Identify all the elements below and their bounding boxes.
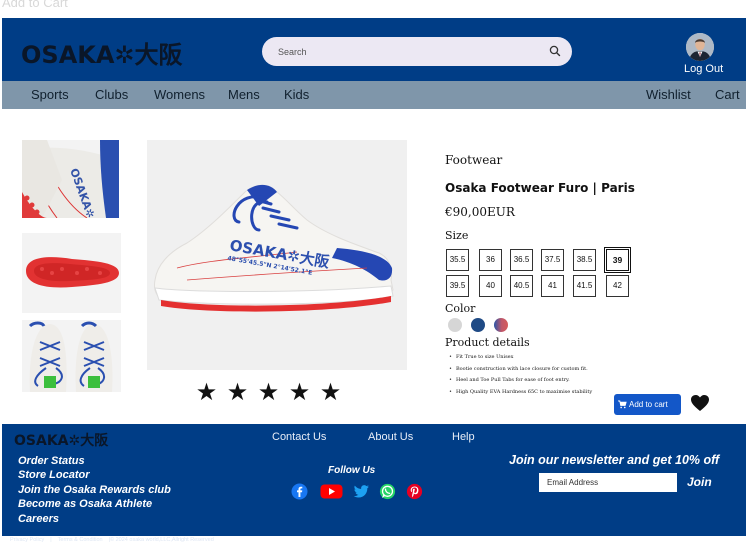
star-icon[interactable]: ★ (319, 378, 342, 406)
wishlist-heart-icon[interactable] (690, 394, 710, 412)
nav-item-cart[interactable]: Cart (715, 87, 740, 102)
star-icon[interactable]: ★ (226, 378, 249, 406)
ghost-add-to-cart-text: Add to Cart (2, 0, 68, 10)
footer-link-help[interactable]: Help (452, 431, 475, 443)
size-option[interactable]: 38.5 (573, 249, 596, 271)
nav-item-mens[interactable]: Mens (228, 87, 260, 102)
footer-link-contact[interactable]: Contact Us (272, 431, 326, 443)
terms-link[interactable]: Terms & Condition (58, 537, 103, 543)
product-price: €90,00EUR (445, 205, 515, 219)
search-icon[interactable] (548, 44, 562, 58)
user-avatar[interactable] (686, 33, 714, 61)
footer-link-athlete[interactable]: Become as Osaka Athlete (18, 497, 171, 511)
thumbnail-heel[interactable]: OSAKA✲ (22, 140, 119, 218)
size-option[interactable]: 36 (479, 249, 502, 271)
newsletter-title: Join our newsletter and get 10% off (509, 453, 720, 467)
copyright-text: |© 2024 osaka world,LLC,Allright Reserve… (108, 537, 214, 543)
rating-stars: ★ ★ ★ ★ ★ (195, 378, 342, 406)
product-name: Osaka Footwear Furo | Paris (445, 181, 635, 195)
size-option[interactable]: 39.5 (446, 275, 469, 297)
main-nav: Sports Clubs Womens Mens Kids Wishlist C… (2, 81, 746, 109)
footer-link-order-status[interactable]: Order Status (18, 454, 171, 468)
nav-item-wishlist[interactable]: Wishlist (646, 87, 691, 102)
search-input[interactable] (278, 43, 528, 60)
product-details-list: Fit True to size Unisex Bootie construct… (449, 352, 592, 398)
logout-link[interactable]: Log Out (684, 63, 723, 75)
size-option[interactable]: 40 (479, 275, 502, 297)
add-to-cart-label: Add to cart (629, 400, 668, 409)
footer: OSAKA✲大阪 Contact Us About Us Help Order … (2, 424, 746, 543)
detail-item: High Quality EVA Hardness 65C to maximis… (449, 387, 592, 399)
detail-item: Fit True to size Unisex (449, 352, 592, 364)
footer-left-links: Order Status Store Locator Join the Osak… (18, 454, 171, 526)
footer-link-careers[interactable]: Careers (18, 512, 171, 526)
color-swatch-navy[interactable] (471, 318, 485, 332)
search-bar[interactable] (262, 37, 572, 66)
thumbnail-top[interactable] (22, 320, 121, 392)
star-icon[interactable]: ★ (288, 378, 311, 406)
nav-item-sports[interactable]: Sports (31, 87, 69, 102)
detail-item: Heel and Toe Pull Tabs for ease of foot … (449, 375, 592, 387)
product-page: Add to Cart OSAKA✲大阪 Log Out Sports Club (0, 0, 752, 548)
pinterest-icon[interactable] (406, 483, 423, 500)
follow-us-label: Follow Us (328, 465, 376, 476)
cart-icon (618, 400, 627, 409)
twitter-icon[interactable] (353, 483, 370, 500)
size-option[interactable]: 37.5 (541, 249, 564, 271)
facebook-icon[interactable] (291, 483, 308, 500)
color-swatch-gradient[interactable] (494, 318, 508, 332)
star-icon[interactable]: ★ (257, 378, 280, 406)
size-option[interactable]: 36.5 (510, 249, 533, 271)
footer-logo[interactable]: OSAKA✲大阪 (14, 430, 108, 450)
main-product-image: OSAKA✲大阪 48°55'45.5"N 2°14'52.1"E (147, 140, 407, 370)
legal-bar: Privacy Policy | Terms & Condition |© 2024 … (10, 537, 220, 543)
nav-item-kids[interactable]: Kids (284, 87, 309, 102)
size-option[interactable]: 42 (606, 275, 629, 297)
size-label: Size (445, 229, 469, 242)
size-option[interactable]: 41.5 (573, 275, 596, 297)
youtube-icon[interactable] (320, 483, 343, 500)
product-category: Footwear (445, 153, 503, 167)
size-option[interactable]: 35.5 (446, 249, 469, 271)
nav-item-clubs[interactable]: Clubs (95, 87, 128, 102)
whatsapp-icon[interactable] (379, 483, 396, 500)
thumbnail-sole[interactable] (22, 233, 121, 313)
email-input[interactable] (539, 473, 677, 492)
privacy-policy-link[interactable]: Privacy Policy (10, 537, 44, 543)
color-label: Color (445, 302, 476, 315)
join-button[interactable]: Join (687, 475, 712, 489)
brand-logo[interactable]: OSAKA✲大阪 (21, 35, 183, 70)
header: OSAKA✲大阪 Log Out (2, 18, 746, 81)
footer-link-about[interactable]: About Us (368, 431, 413, 443)
detail-item: Bootie construction with lace closure fo… (449, 364, 592, 376)
product-details-label: Product details (445, 336, 530, 349)
color-swatch-gray[interactable] (448, 318, 462, 332)
star-icon[interactable]: ★ (195, 378, 218, 406)
legal-separator: | (50, 537, 52, 543)
footer-link-store-locator[interactable]: Store Locator (18, 468, 171, 482)
size-option[interactable]: 40.5 (510, 275, 533, 297)
footer-link-rewards[interactable]: Join the Osaka Rewards club (18, 483, 171, 497)
size-option[interactable]: 41 (541, 275, 564, 297)
size-option-selected[interactable]: 39 (604, 247, 631, 273)
add-to-cart-button[interactable]: Add to cart (614, 394, 681, 415)
nav-item-womens[interactable]: Womens (154, 87, 205, 102)
